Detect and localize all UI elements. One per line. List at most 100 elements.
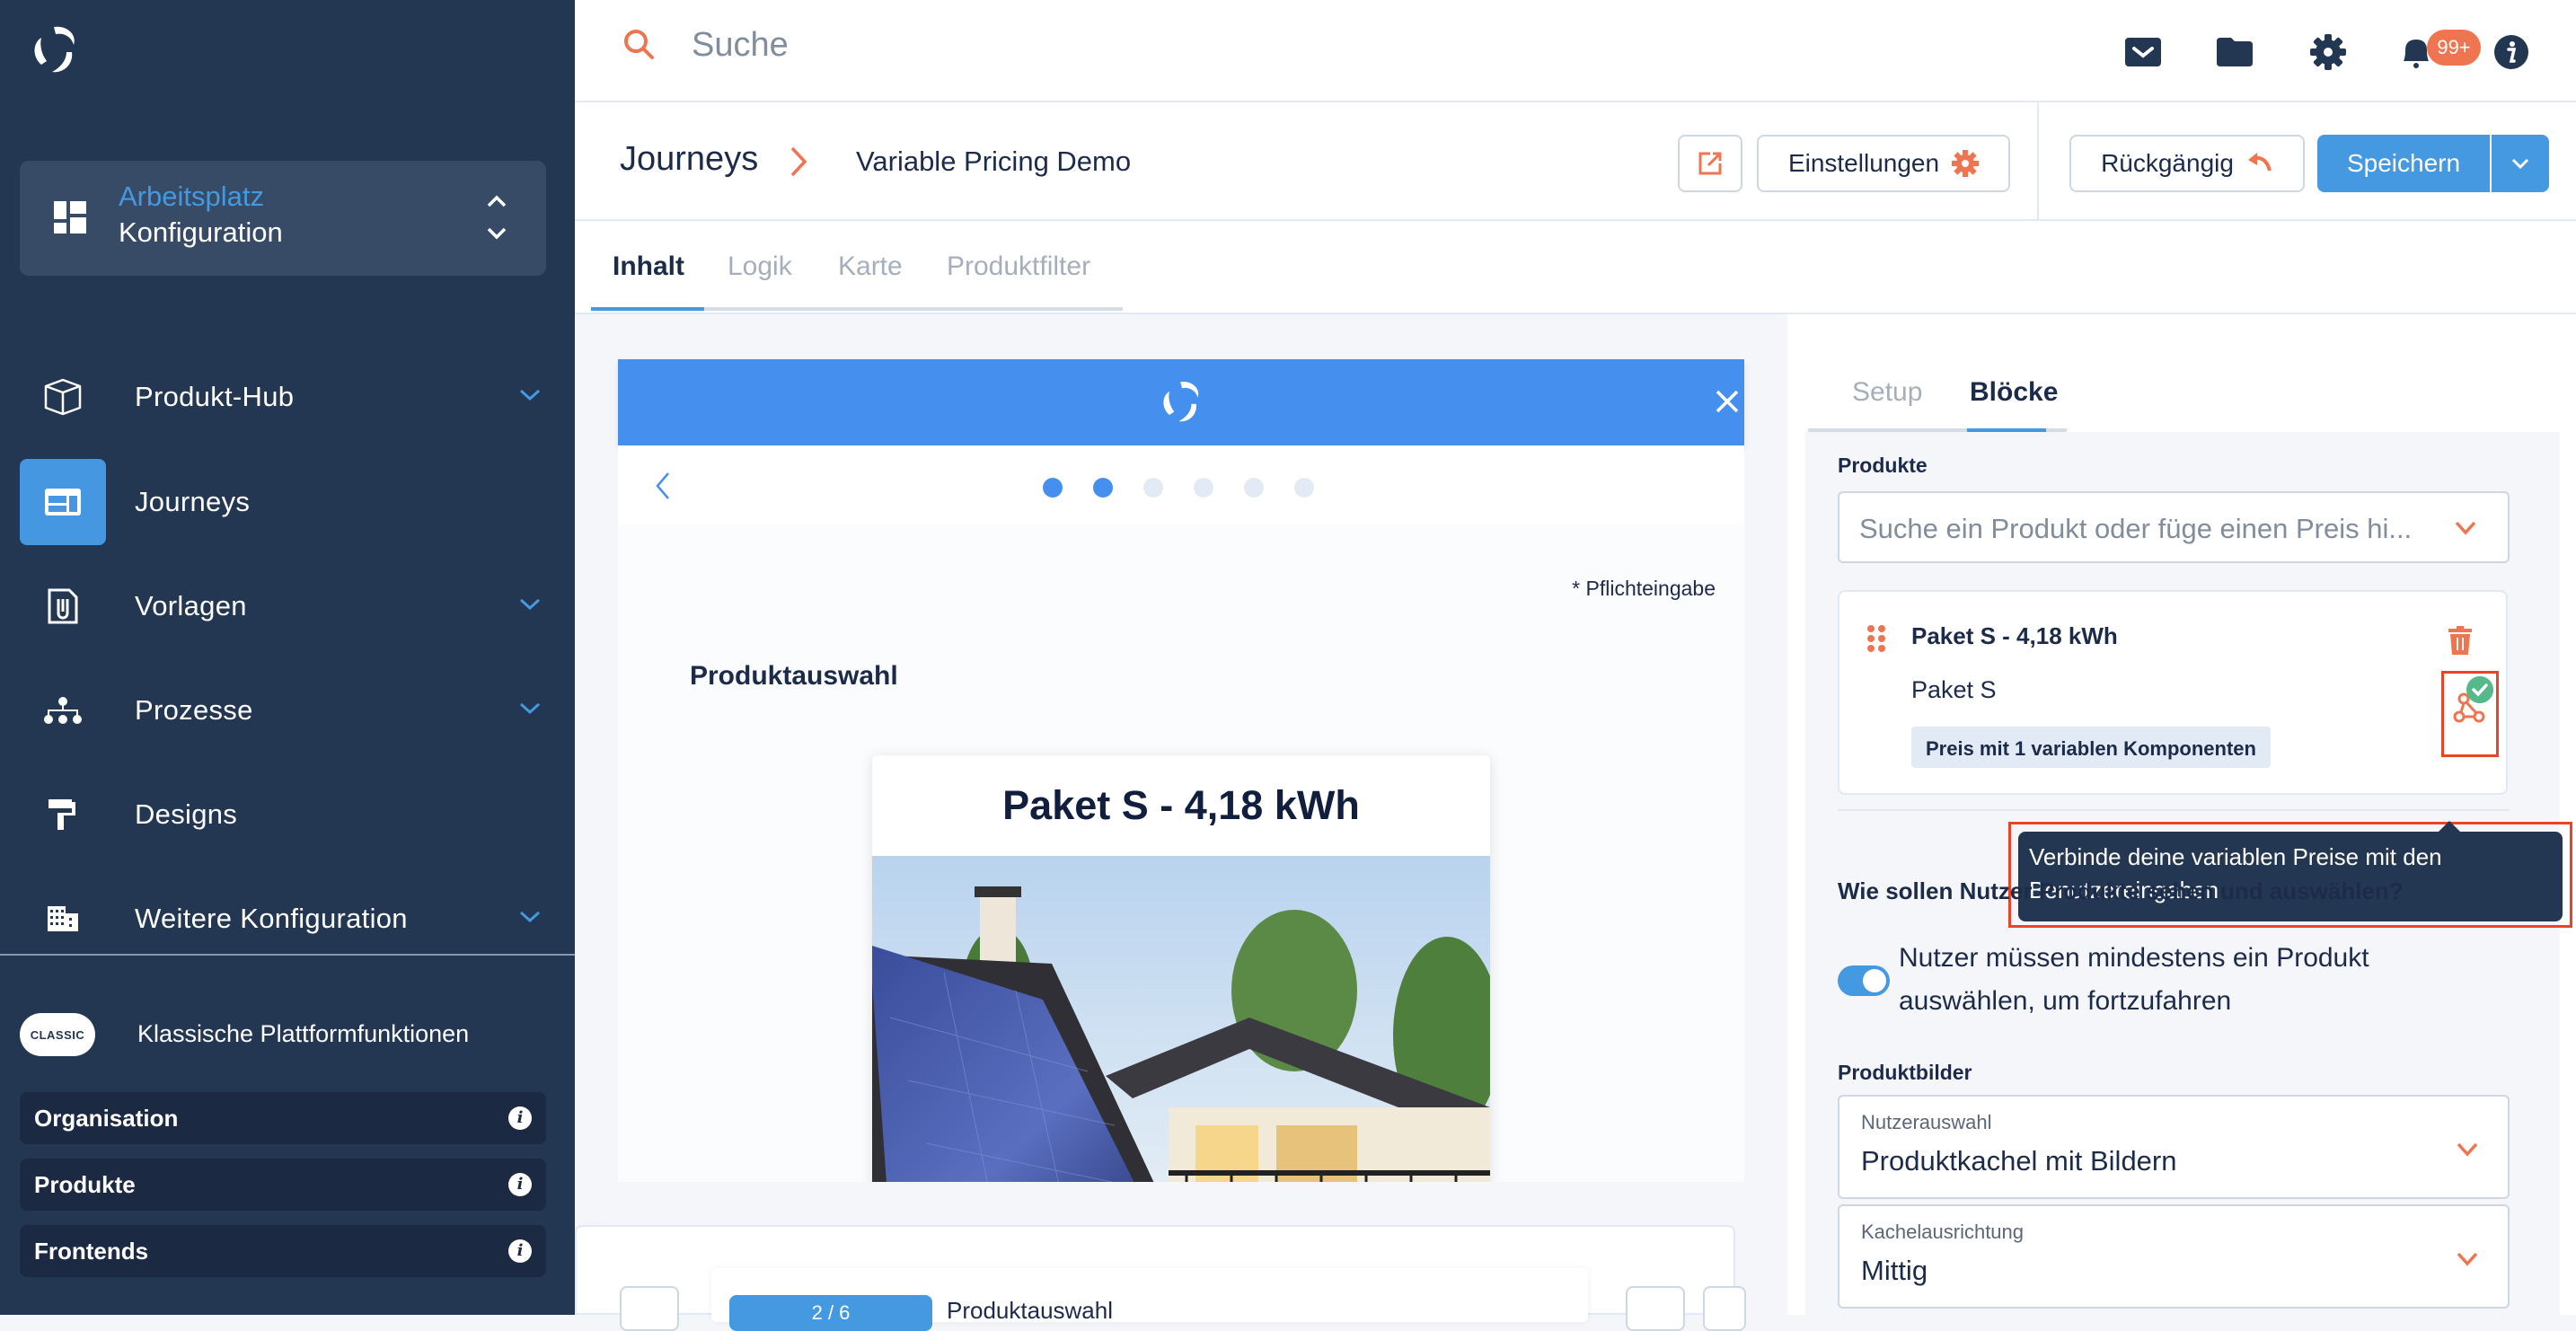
chevron-down-icon bbox=[519, 911, 541, 923]
trash-icon[interactable] bbox=[2448, 626, 2472, 655]
journey-canvas: * Pflichteingabe Produktauswahl Paket S … bbox=[575, 314, 1787, 1331]
classic-item-produkte[interactable]: Produkte i bbox=[20, 1159, 546, 1211]
step-selector[interactable]: 2 / 6 Produktauswahl bbox=[711, 1268, 1588, 1331]
chevron-down-icon bbox=[519, 598, 541, 611]
tooltip-highlight: Verbinde deine variablen Preise mit den … bbox=[2008, 821, 2572, 928]
classic-item-label: Produkte bbox=[34, 1171, 136, 1198]
sidebar-item-journeys[interactable]: Journeys bbox=[0, 459, 575, 545]
sidebar-item-label: Journeys bbox=[135, 486, 251, 517]
journey-window-icon bbox=[45, 489, 81, 516]
file-attachment-icon bbox=[48, 588, 78, 624]
blocks-content: Produkte Paket S - 4,18 kWh Paket S Prei… bbox=[1805, 432, 2572, 1315]
chevron-down-icon bbox=[519, 702, 541, 715]
section-title: Produktauswahl bbox=[690, 661, 898, 691]
product-card-subtitle: Paket S bbox=[1911, 676, 1997, 703]
classic-section-title: Klassische Plattformfunktionen bbox=[137, 1020, 470, 1047]
classic-item-organisation[interactable]: Organisation i bbox=[20, 1092, 546, 1144]
tab-karte[interactable]: Karte bbox=[838, 251, 903, 282]
check-circle-icon bbox=[2466, 676, 2493, 703]
search-input[interactable] bbox=[692, 18, 1320, 72]
variable-price-tooltip: Verbinde deine variablen Preise mit den … bbox=[2018, 821, 2563, 921]
sidebar-item-prozesse[interactable]: Prozesse bbox=[0, 667, 575, 754]
sidebar-item-produkt-hub[interactable]: Produkt-Hub bbox=[0, 354, 575, 440]
step-dot[interactable] bbox=[1093, 478, 1113, 498]
save-button[interactable]: Speichern bbox=[2317, 135, 2490, 192]
mail-icon[interactable] bbox=[2123, 34, 2163, 70]
edit-step-button[interactable] bbox=[1703, 1286, 1746, 1331]
next-step-button[interactable] bbox=[1626, 1286, 1685, 1331]
save-options-dropdown[interactable] bbox=[2492, 135, 2549, 192]
variable-price-link-button[interactable] bbox=[2441, 671, 2499, 757]
sidebar-item-label: Prozesse bbox=[135, 694, 253, 726]
sidebar: Arbeitsplatz Konfiguration Produkt-Hub J… bbox=[0, 0, 575, 1315]
active-tab-indicator bbox=[591, 307, 704, 311]
sidebar-item-label: Produkt-Hub bbox=[135, 381, 295, 412]
tab-setup[interactable]: Setup bbox=[1852, 377, 1922, 408]
tab-produktfilter[interactable]: Produktfilter bbox=[947, 251, 1090, 282]
classic-item-frontends[interactable]: Frontends i bbox=[20, 1225, 546, 1277]
undo-icon bbox=[2247, 153, 2272, 172]
tile-alignment-select[interactable]: Kachelausrichtung Mittig bbox=[1838, 1204, 2510, 1309]
settings-button[interactable]: Einstellungen bbox=[1757, 135, 2010, 192]
gear-icon[interactable] bbox=[2308, 34, 2348, 70]
user-selection-select[interactable]: Nutzerauswahl Produktkachel mit Bildern bbox=[1838, 1095, 2510, 1199]
previous-step-button[interactable] bbox=[620, 1286, 679, 1331]
sidebar-item-label: Weitere Konfiguration bbox=[135, 903, 408, 934]
open-preview-button[interactable] bbox=[1678, 135, 1742, 192]
workspace-subtitle: Konfiguration bbox=[119, 216, 283, 248]
require-product-toggle[interactable] bbox=[1838, 965, 1890, 996]
gear-icon bbox=[1952, 150, 1980, 177]
chevron-down-icon bbox=[2457, 1252, 2478, 1266]
step-dot[interactable] bbox=[1043, 478, 1063, 498]
close-icon[interactable] bbox=[1714, 388, 1741, 415]
product-images-label: Produktbilder bbox=[1838, 1061, 1972, 1084]
brand-logo-icon[interactable] bbox=[27, 22, 84, 79]
select-value: Produktkachel mit Bildern bbox=[1861, 1145, 2177, 1177]
info-icon[interactable]: i bbox=[508, 1239, 532, 1263]
block-settings-panel: Setup Blöcke Produkte Paket S - 4,18 kWh… bbox=[1787, 314, 2576, 1315]
search-icon bbox=[624, 30, 654, 59]
product-search-input[interactable] bbox=[1859, 509, 2434, 549]
tab-logik[interactable]: Logik bbox=[728, 251, 792, 282]
product-tile-title: Paket S - 4,18 kWh bbox=[1002, 782, 1360, 828]
select-value: Mittig bbox=[1861, 1255, 1928, 1286]
product-card-title: Paket S - 4,18 kWh bbox=[1911, 622, 2118, 649]
breadcrumb-current: Variable Pricing Demo bbox=[856, 145, 1132, 177]
sidebar-item-designs[interactable]: Designs bbox=[0, 771, 575, 858]
product-tile[interactable]: Paket S - 4,18 kWh bbox=[872, 755, 1490, 1182]
workspace-switcher[interactable]: Arbeitsplatz Konfiguration bbox=[20, 161, 546, 276]
undo-button[interactable]: Rückgängig bbox=[2069, 135, 2305, 192]
breadcrumb-bar: Journeys Variable Pricing Demo Einstellu… bbox=[575, 102, 2576, 221]
tab-inhalt[interactable]: Inhalt bbox=[613, 251, 684, 282]
select-label: Kachelausrichtung bbox=[1861, 1221, 2025, 1243]
paint-roller-icon bbox=[49, 799, 75, 830]
price-badge: Preis mit 1 variablen Komponenten bbox=[1911, 727, 2271, 768]
folder-icon[interactable] bbox=[2215, 34, 2254, 70]
drag-handle-icon[interactable] bbox=[1866, 624, 1886, 653]
sidebar-item-weitere-konfiguration[interactable]: Weitere Konfiguration bbox=[0, 876, 575, 962]
selection-question: Wie sollen Nutzer Produkte sehen und aus… bbox=[1838, 877, 2404, 904]
workspace-title: Arbeitsplatz bbox=[119, 181, 264, 212]
product-search-select[interactable] bbox=[1838, 491, 2510, 563]
preview-body: * Pflichteingabe Produktauswahl Paket S … bbox=[618, 445, 1744, 1182]
undo-button-label: Rückgängig bbox=[2101, 149, 2234, 177]
sidebar-item-label: Vorlagen bbox=[135, 590, 247, 621]
products-label: Produkte bbox=[1838, 454, 1928, 477]
sidebar-item-label: Designs bbox=[135, 798, 238, 830]
sidebar-item-vorlagen[interactable]: Vorlagen bbox=[0, 563, 575, 649]
step-dot[interactable] bbox=[1143, 478, 1163, 498]
step-dot[interactable] bbox=[1194, 478, 1213, 498]
info-icon[interactable]: i bbox=[508, 1173, 532, 1196]
step-dot[interactable] bbox=[1244, 478, 1264, 498]
section-divider bbox=[1838, 809, 2510, 811]
classic-badge: CLASSIC bbox=[20, 1013, 95, 1056]
info-icon[interactable]: i bbox=[508, 1106, 532, 1130]
step-dot[interactable] bbox=[1294, 478, 1314, 498]
chevron-left-icon[interactable] bbox=[654, 471, 672, 501]
info-icon[interactable] bbox=[2492, 34, 2531, 70]
step-badge: 2 / 6 bbox=[729, 1295, 932, 1331]
building-icon bbox=[48, 906, 78, 931]
breadcrumb-root[interactable]: Journeys bbox=[620, 140, 758, 179]
tab-bloecke[interactable]: Blöcke bbox=[1970, 377, 2058, 408]
chevron-down-icon bbox=[2511, 158, 2529, 170]
